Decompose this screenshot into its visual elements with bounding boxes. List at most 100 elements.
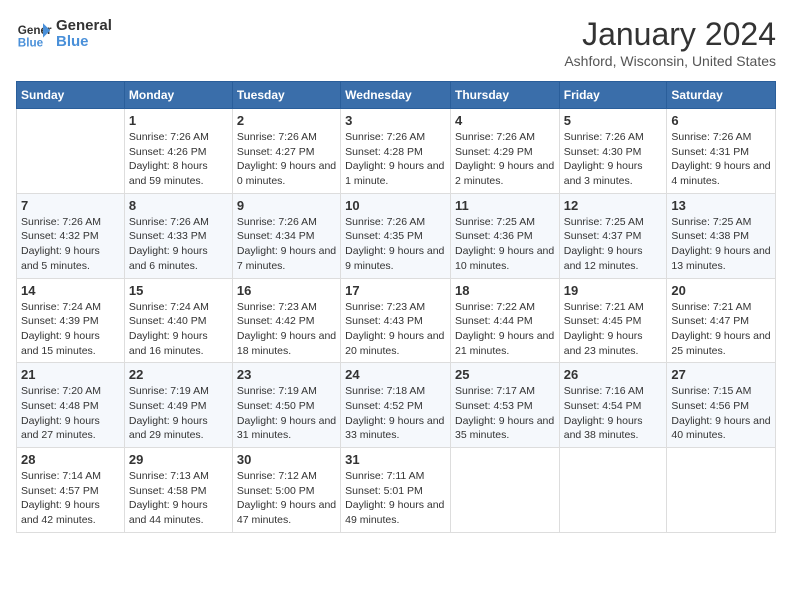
day-header-tuesday: Tuesday	[232, 82, 340, 109]
day-number: 1	[129, 113, 228, 128]
location-title: Ashford, Wisconsin, United States	[564, 53, 776, 69]
calendar-cell: 12 Sunrise: 7:25 AMSunset: 4:37 PMDayligh…	[559, 193, 667, 278]
day-info: Sunrise: 7:12 AMSunset: 5:00 PMDaylight:…	[237, 469, 336, 528]
day-number: 6	[671, 113, 771, 128]
calendar-cell	[667, 448, 776, 533]
logo-icon: General Blue	[16, 16, 52, 52]
day-number: 7	[21, 198, 120, 213]
calendar-cell: 14 Sunrise: 7:24 AMSunset: 4:39 PMDayligh…	[17, 278, 125, 363]
logo: General Blue General Blue	[16, 16, 112, 52]
day-info: Sunrise: 7:26 AMSunset: 4:32 PMDaylight:…	[21, 215, 120, 274]
day-info: Sunrise: 7:14 AMSunset: 4:57 PMDaylight:…	[21, 469, 120, 528]
day-header-monday: Monday	[124, 82, 232, 109]
day-number: 27	[671, 367, 771, 382]
day-number: 28	[21, 452, 120, 467]
calendar-cell: 4 Sunrise: 7:26 AMSunset: 4:29 PMDaylight…	[450, 109, 559, 194]
day-number: 19	[564, 283, 663, 298]
day-number: 12	[564, 198, 663, 213]
day-header-wednesday: Wednesday	[341, 82, 451, 109]
calendar-cell: 25 Sunrise: 7:17 AMSunset: 4:53 PMDayligh…	[450, 363, 559, 448]
calendar-cell: 8 Sunrise: 7:26 AMSunset: 4:33 PMDaylight…	[124, 193, 232, 278]
day-info: Sunrise: 7:26 AMSunset: 4:33 PMDaylight:…	[129, 215, 228, 274]
day-number: 2	[237, 113, 336, 128]
calendar-cell: 24Sunrise: 7:18 AMSunset: 4:52 PMDayligh…	[341, 363, 451, 448]
day-info: Sunrise: 7:17 AMSunset: 4:53 PMDaylight:…	[455, 384, 555, 443]
day-number: 30	[237, 452, 336, 467]
day-number: 21	[21, 367, 120, 382]
day-info: Sunrise: 7:26 AMSunset: 4:26 PMDaylight:…	[129, 130, 228, 189]
day-number: 15	[129, 283, 228, 298]
day-info: Sunrise: 7:19 AMSunset: 4:50 PMDaylight:…	[237, 384, 336, 443]
calendar-cell: 13 Sunrise: 7:25 AMSunset: 4:38 PMDayligh…	[667, 193, 776, 278]
day-info: Sunrise: 7:26 AMSunset: 4:34 PMDaylight:…	[237, 215, 336, 274]
calendar-cell: 27 Sunrise: 7:15 AMSunset: 4:56 PMDayligh…	[667, 363, 776, 448]
logo-general: General	[56, 18, 112, 35]
day-info: Sunrise: 7:26 AMSunset: 4:30 PMDaylight:…	[564, 130, 663, 189]
day-info: Sunrise: 7:23 AMSunset: 4:43 PMDaylight:…	[345, 300, 446, 359]
day-info: Sunrise: 7:23 AMSunset: 4:42 PMDaylight:…	[237, 300, 336, 359]
day-header-saturday: Saturday	[667, 82, 776, 109]
calendar-cell: 10 Sunrise: 7:26 AMSunset: 4:35 PMDayligh…	[341, 193, 451, 278]
day-info: Sunrise: 7:21 AMSunset: 4:45 PMDaylight:…	[564, 300, 663, 359]
calendar-cell: 20 Sunrise: 7:21 AMSunset: 4:47 PMDayligh…	[667, 278, 776, 363]
week-row-4: 21 Sunrise: 7:20 AMSunset: 4:48 PMDayligh…	[17, 363, 776, 448]
calendar-cell: 6 Sunrise: 7:26 AMSunset: 4:31 PMDaylight…	[667, 109, 776, 194]
week-row-2: 7 Sunrise: 7:26 AMSunset: 4:32 PMDaylight…	[17, 193, 776, 278]
calendar-cell: 1 Sunrise: 7:26 AMSunset: 4:26 PMDaylight…	[124, 109, 232, 194]
calendar-cell: 16 Sunrise: 7:23 AMSunset: 4:42 PMDayligh…	[232, 278, 340, 363]
day-number: 10	[345, 198, 446, 213]
calendar-cell: 15 Sunrise: 7:24 AMSunset: 4:40 PMDayligh…	[124, 278, 232, 363]
calendar-cell	[450, 448, 559, 533]
day-header-sunday: Sunday	[17, 82, 125, 109]
logo-blue: Blue	[56, 34, 112, 51]
day-info: Sunrise: 7:24 AMSunset: 4:39 PMDaylight:…	[21, 300, 120, 359]
calendar-cell: 29Sunrise: 7:13 AMSunset: 4:58 PMDayligh…	[124, 448, 232, 533]
calendar-cell: 23Sunrise: 7:19 AMSunset: 4:50 PMDayligh…	[232, 363, 340, 448]
calendar-cell: 18Sunrise: 7:22 AMSunset: 4:44 PMDayligh…	[450, 278, 559, 363]
day-number: 4	[455, 113, 555, 128]
day-info: Sunrise: 7:24 AMSunset: 4:40 PMDaylight:…	[129, 300, 228, 359]
day-number: 25	[455, 367, 555, 382]
day-number: 31	[345, 452, 446, 467]
week-row-1: 1 Sunrise: 7:26 AMSunset: 4:26 PMDaylight…	[17, 109, 776, 194]
calendar-cell	[559, 448, 667, 533]
calendar-cell: 26 Sunrise: 7:16 AMSunset: 4:54 PMDayligh…	[559, 363, 667, 448]
calendar-cell: 31 Sunrise: 7:11 AMSunset: 5:01 PMDayligh…	[341, 448, 451, 533]
day-info: Sunrise: 7:26 AMSunset: 4:28 PMDaylight:…	[345, 130, 446, 189]
day-info: Sunrise: 7:26 AMSunset: 4:35 PMDaylight:…	[345, 215, 446, 274]
day-number: 3	[345, 113, 446, 128]
day-info: Sunrise: 7:22 AMSunset: 4:44 PMDaylight:…	[455, 300, 555, 359]
calendar-cell: 5Sunrise: 7:26 AMSunset: 4:30 PMDaylight…	[559, 109, 667, 194]
day-number: 29	[129, 452, 228, 467]
month-title: January 2024	[564, 16, 776, 53]
day-info: Sunrise: 7:26 AMSunset: 4:31 PMDaylight:…	[671, 130, 771, 189]
day-number: 14	[21, 283, 120, 298]
calendar-cell: 17 Sunrise: 7:23 AMSunset: 4:43 PMDayligh…	[341, 278, 451, 363]
svg-text:Blue: Blue	[18, 37, 44, 50]
day-info: Sunrise: 7:20 AMSunset: 4:48 PMDaylight:…	[21, 384, 120, 443]
day-number: 11	[455, 198, 555, 213]
calendar-cell: 19 Sunrise: 7:21 AMSunset: 4:45 PMDayligh…	[559, 278, 667, 363]
calendar-cell: 11Sunrise: 7:25 AMSunset: 4:36 PMDayligh…	[450, 193, 559, 278]
day-number: 24	[345, 367, 446, 382]
day-info: Sunrise: 7:25 AMSunset: 4:37 PMDaylight:…	[564, 215, 663, 274]
day-info: Sunrise: 7:26 AMSunset: 4:27 PMDaylight:…	[237, 130, 336, 189]
day-number: 8	[129, 198, 228, 213]
day-number: 17	[345, 283, 446, 298]
day-info: Sunrise: 7:15 AMSunset: 4:56 PMDaylight:…	[671, 384, 771, 443]
day-info: Sunrise: 7:26 AMSunset: 4:29 PMDaylight:…	[455, 130, 555, 189]
day-info: Sunrise: 7:25 AMSunset: 4:38 PMDaylight:…	[671, 215, 771, 274]
day-info: Sunrise: 7:21 AMSunset: 4:47 PMDaylight:…	[671, 300, 771, 359]
day-number: 20	[671, 283, 771, 298]
day-number: 16	[237, 283, 336, 298]
day-info: Sunrise: 7:11 AMSunset: 5:01 PMDaylight:…	[345, 469, 446, 528]
calendar-cell: 28 Sunrise: 7:14 AMSunset: 4:57 PMDayligh…	[17, 448, 125, 533]
day-header-friday: Friday	[559, 82, 667, 109]
day-info: Sunrise: 7:16 AMSunset: 4:54 PMDaylight:…	[564, 384, 663, 443]
calendar-cell: 9Sunrise: 7:26 AMSunset: 4:34 PMDaylight…	[232, 193, 340, 278]
calendar-cell: 2 Sunrise: 7:26 AMSunset: 4:27 PMDaylight…	[232, 109, 340, 194]
day-number: 13	[671, 198, 771, 213]
calendar-cell: 3 Sunrise: 7:26 AMSunset: 4:28 PMDaylight…	[341, 109, 451, 194]
calendar-cell	[17, 109, 125, 194]
day-number: 26	[564, 367, 663, 382]
